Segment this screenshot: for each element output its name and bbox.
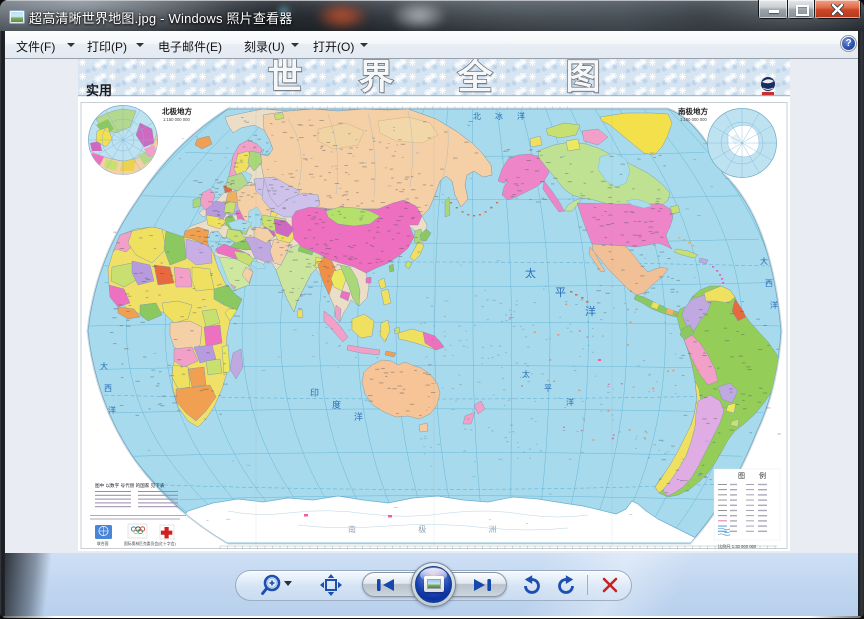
svg-text:洋: 洋 <box>770 300 778 310</box>
svg-text:印: 印 <box>310 387 319 398</box>
svg-text:平: 平 <box>544 384 552 393</box>
svg-text:平: 平 <box>555 287 566 299</box>
svg-text:图: 图 <box>565 59 600 97</box>
svg-text:实用: 实用 <box>86 83 112 98</box>
svg-text:国际奥林匹克委员会: 国际奥林匹克委员会 <box>124 541 158 546</box>
svg-text:图中 以数字 号代替 的国家 见下表: 图中 以数字 号代替 的国家 见下表 <box>95 482 165 489</box>
svg-text:太: 太 <box>522 369 530 379</box>
svg-text:大: 大 <box>760 256 768 266</box>
svg-text:西: 西 <box>765 279 773 288</box>
svg-text:北: 北 <box>473 112 481 121</box>
svg-text:太: 太 <box>525 267 536 280</box>
svg-text:联合国: 联合国 <box>97 541 109 546</box>
svg-text:西: 西 <box>104 384 112 393</box>
svg-text:全: 全 <box>456 59 493 97</box>
svg-text:洋: 洋 <box>517 111 525 121</box>
svg-text:南极地方: 南极地方 <box>678 106 708 116</box>
svg-text:(红十字会): (红十字会) <box>158 541 176 546</box>
svg-text:北极地方: 北极地方 <box>162 106 192 116</box>
svg-text:界: 界 <box>358 59 393 97</box>
svg-text:洋: 洋 <box>585 304 596 318</box>
svg-text:1:150 000 000: 1:150 000 000 <box>163 117 190 122</box>
svg-text:冰: 冰 <box>495 111 503 121</box>
svg-text:世: 世 <box>267 59 302 97</box>
svg-text:大: 大 <box>100 361 108 371</box>
svg-text:洋: 洋 <box>354 411 363 422</box>
svg-text:洋: 洋 <box>566 397 574 407</box>
svg-text:洋: 洋 <box>108 405 116 415</box>
svg-text:图 例: 图 例 <box>738 471 772 480</box>
svg-text:1:100 000 000: 1:100 000 000 <box>680 117 707 122</box>
svg-text:度: 度 <box>332 399 341 410</box>
